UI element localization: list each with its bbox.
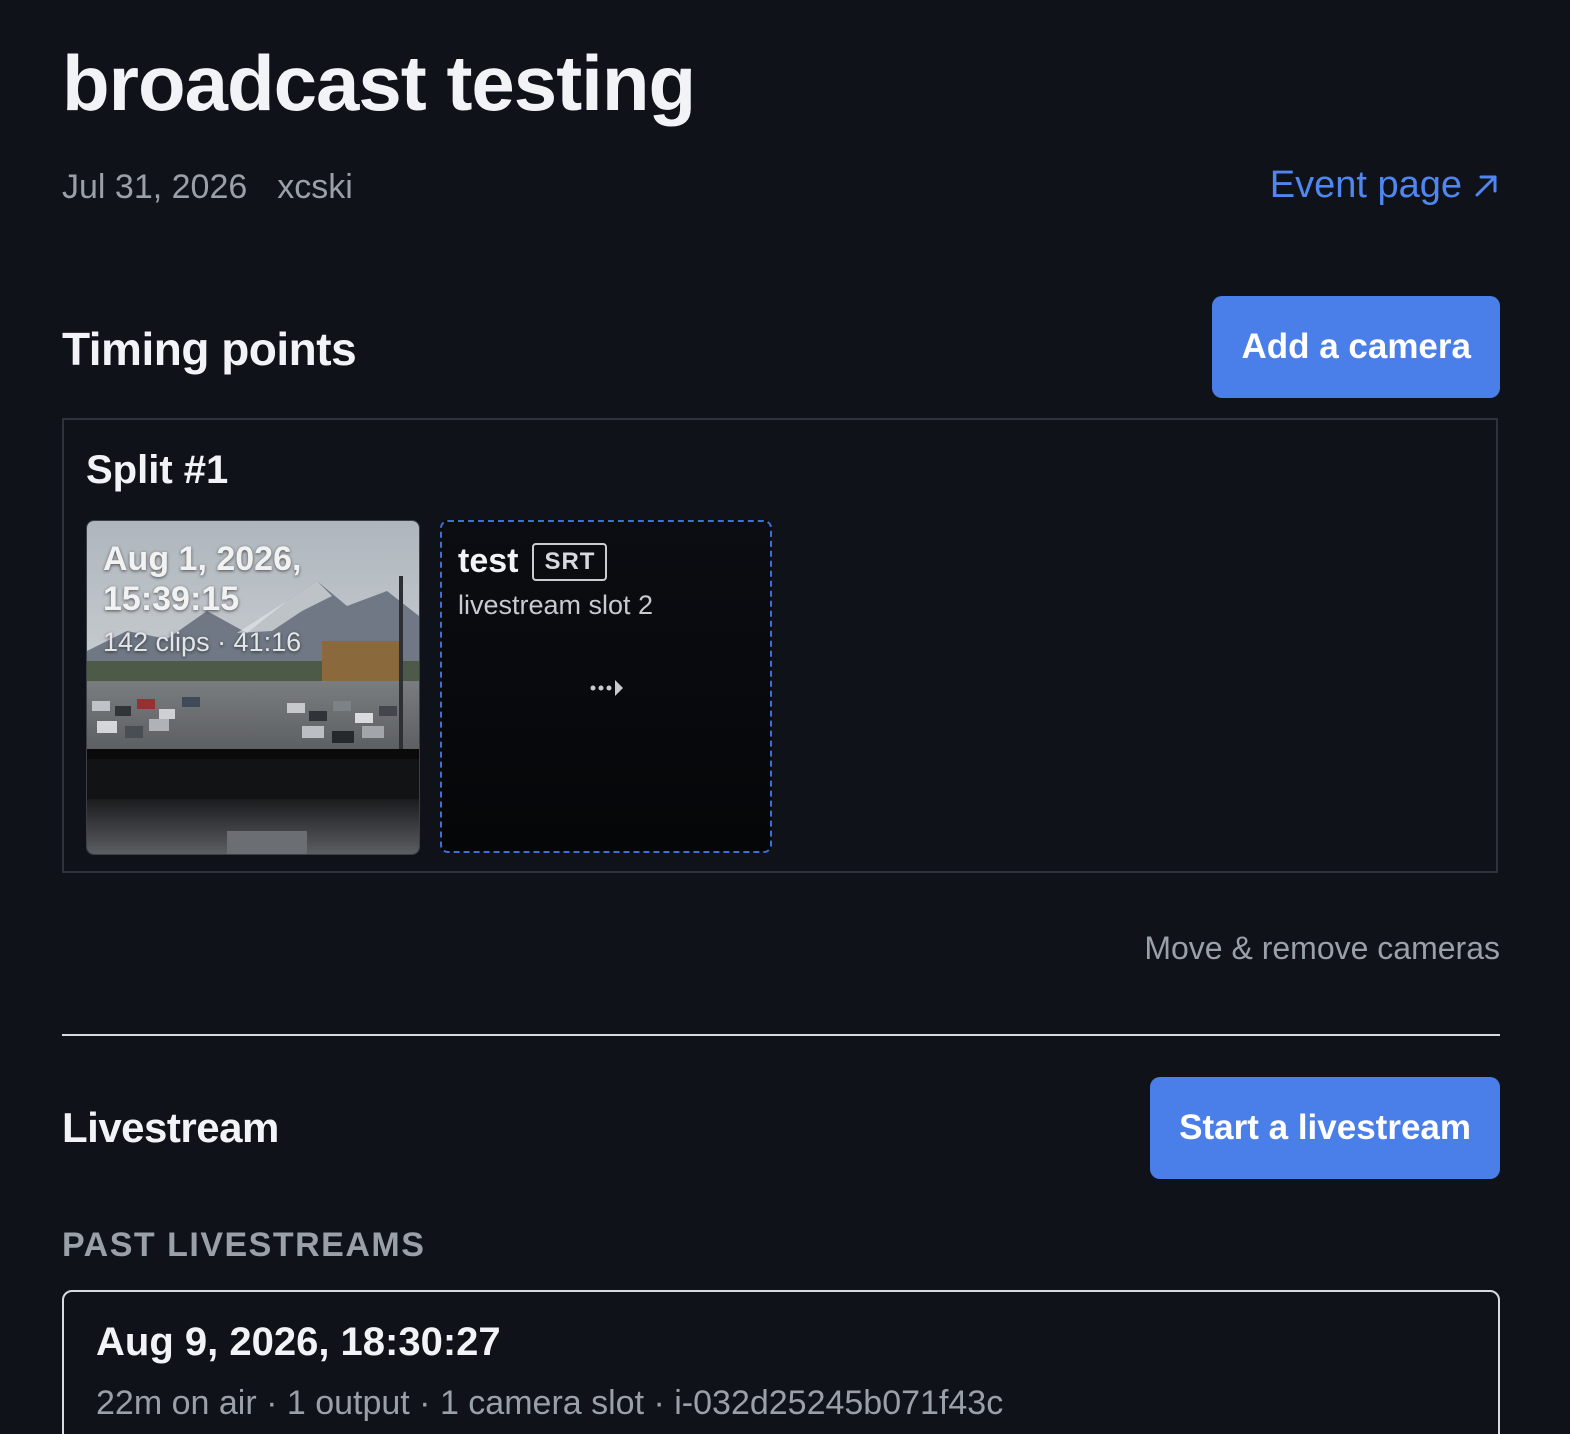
protocol-badge: SRT xyxy=(532,542,608,581)
event-page-link-label: Event page xyxy=(1269,164,1462,206)
past-livestream-details: 22m on air · 1 output · 1 camera slot · … xyxy=(96,1384,1004,1422)
event-meta: Jul 31, 2026 xcski xyxy=(62,168,353,207)
camera-clip-summary: 142 clips · 41:16 xyxy=(103,627,302,657)
livestream-heading: Livestream xyxy=(62,1104,279,1151)
slot-subtitle: livestream slot 2 xyxy=(458,590,654,620)
page-title: broadcast testing xyxy=(62,39,696,127)
dotted-arrow-right-icon xyxy=(590,680,623,696)
event-page-link[interactable]: Event page xyxy=(1270,164,1500,207)
timing-points-heading: Timing points xyxy=(62,323,357,375)
split-title: Split #1 xyxy=(86,448,229,492)
event-date: Jul 31, 2026 xyxy=(62,168,248,206)
slot-header: test SRT xyxy=(458,542,608,581)
past-livestream-card[interactable]: Aug 9, 2026, 18:30:27 22m on air · 1 out… xyxy=(62,1290,1500,1434)
past-livestreams-label: PAST LIVESTREAMS xyxy=(62,1226,426,1264)
camera-card-text: Aug 1, 2026, 15:39:15 142 clips · 41:16 xyxy=(103,539,363,658)
arrow-up-right-icon xyxy=(1475,175,1497,196)
past-livestream-date: Aug 9, 2026, 18:30:27 xyxy=(96,1320,501,1364)
event-page: broadcast testing Jul 31, 2026 xcski Eve… xyxy=(0,0,1570,1434)
section-divider xyxy=(62,1034,1500,1036)
move-remove-cameras-link[interactable]: Move & remove cameras xyxy=(1144,930,1500,967)
start-livestream-button[interactable]: Start a livestream xyxy=(1150,1077,1500,1179)
camera-timestamp: Aug 1, 2026, 15:39:15 xyxy=(103,540,302,618)
livestream-slot-card[interactable]: test SRT livestream slot 2 xyxy=(440,520,772,853)
add-camera-button[interactable]: Add a camera xyxy=(1212,296,1500,398)
slot-name: test xyxy=(458,542,519,580)
event-sport: xcski xyxy=(277,168,353,206)
camera-card[interactable]: Aug 1, 2026, 15:39:15 142 clips · 41:16 xyxy=(86,520,420,855)
split-panel: Split #1 Aug 1, 2026, 15:39:15 142 clips… xyxy=(62,418,1498,873)
